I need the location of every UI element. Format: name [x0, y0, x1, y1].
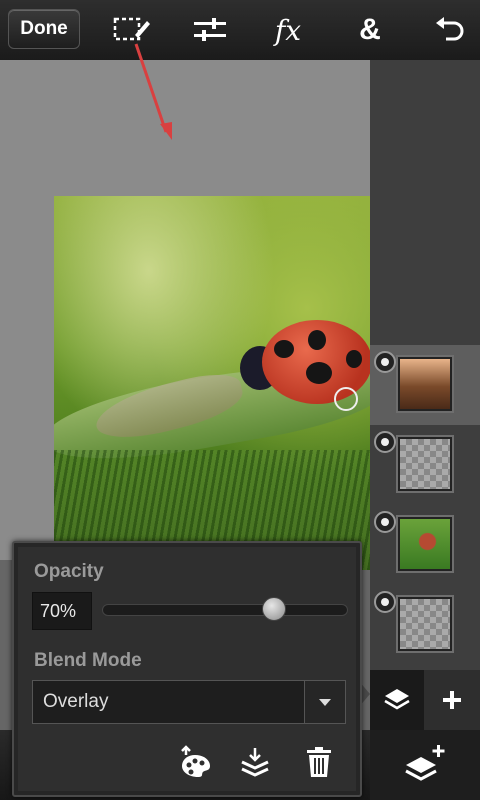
layer-visibility-toggle[interactable]	[374, 591, 396, 613]
layer-properties-popup: Opacity 70% Blend Mode Overlay	[12, 541, 362, 797]
merge-down-icon[interactable]	[238, 745, 272, 779]
new-layer-button[interactable]	[370, 730, 480, 800]
opacity-label: Opacity	[34, 561, 104, 582]
layer-row-4[interactable]	[370, 585, 480, 665]
layers-tab[interactable]	[370, 670, 424, 730]
ampersand-icon[interactable]: &	[350, 12, 390, 48]
add-layer-icon	[405, 745, 445, 781]
add-button[interactable]	[424, 670, 480, 730]
layer-row-2[interactable]	[370, 425, 480, 505]
layer-row-3[interactable]	[370, 505, 480, 585]
layers-panel	[370, 60, 480, 670]
annotation-arrow-icon	[134, 43, 172, 140]
layers-icon	[384, 689, 410, 710]
top-toolbar: Done fx &	[0, 0, 480, 61]
selection-handle[interactable]	[334, 387, 358, 411]
opacity-slider-thumb[interactable]	[262, 597, 287, 621]
layer-thumbnail	[396, 515, 454, 573]
done-button[interactable]: Done	[8, 9, 80, 49]
blend-mode-select[interactable]: Overlay	[32, 680, 346, 724]
layer-thumbnail	[396, 435, 454, 493]
fx-icon[interactable]: fx	[268, 12, 308, 48]
ladybug-photo-layer[interactable]	[54, 196, 370, 570]
paint-palette-icon[interactable]	[178, 745, 212, 779]
trash-icon[interactable]	[302, 745, 336, 779]
blend-mode-label: Blend Mode	[34, 650, 142, 671]
layer-thumbnail	[396, 355, 454, 413]
layer-row-1[interactable]	[370, 345, 480, 425]
adjustments-icon[interactable]	[190, 12, 230, 48]
undo-icon[interactable]	[430, 12, 470, 48]
layer-visibility-toggle[interactable]	[374, 351, 396, 373]
layer-visibility-toggle[interactable]	[374, 431, 396, 453]
blend-mode-value: Overlay	[43, 691, 109, 712]
layer-visibility-toggle[interactable]	[374, 511, 396, 533]
plus-icon	[443, 691, 461, 709]
chevron-down-icon[interactable]	[304, 681, 345, 723]
layer-thumbnail	[396, 595, 454, 653]
opacity-value-field[interactable]: 70%	[32, 592, 92, 630]
opacity-slider-track[interactable]	[102, 604, 348, 616]
